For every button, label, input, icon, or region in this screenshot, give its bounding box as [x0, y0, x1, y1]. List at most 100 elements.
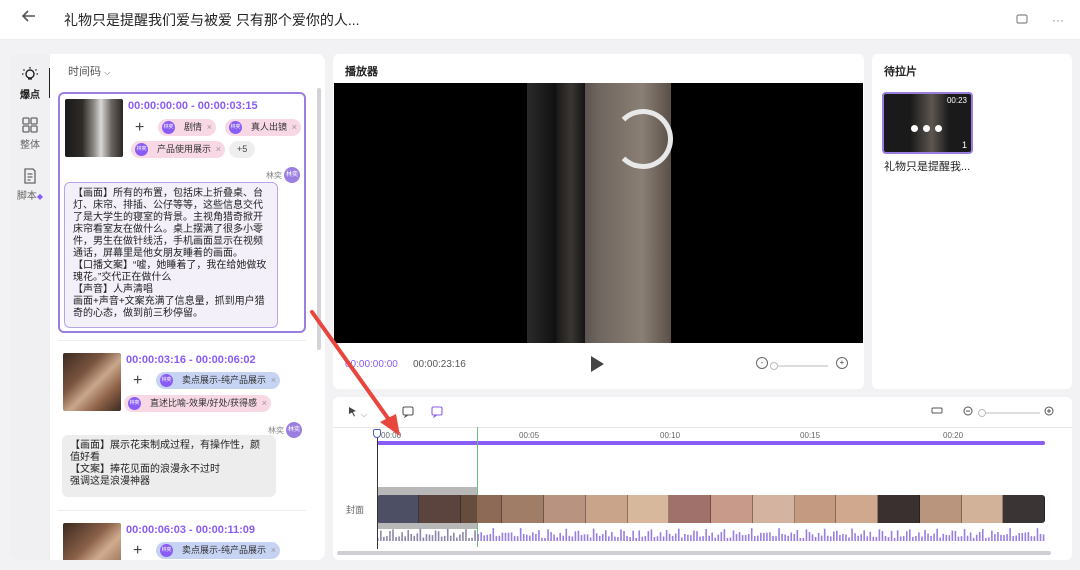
clip-card[interactable]: 00:00:03:16 - 00:00:06:02 + 林奕 卖点展示-纯产品展示… — [58, 347, 306, 502]
add-tag-button[interactable]: + — [133, 373, 142, 389]
clip-thumbnail — [65, 99, 123, 157]
script-icon — [24, 168, 36, 184]
sort-dropdown[interactable]: 时间码 ⌵ — [68, 63, 110, 79]
more-icon: ··· — [1052, 13, 1064, 27]
audio-waveform — [377, 528, 1045, 541]
video-frame — [527, 83, 673, 343]
grid-icon — [22, 117, 38, 133]
comment-icon — [402, 406, 414, 419]
tag[interactable]: 林奕 卖点展示-纯产品展示 × — [156, 542, 280, 559]
total-time: 00:00:23:16 — [413, 359, 466, 370]
zoom-slider-handle[interactable] — [770, 362, 778, 370]
zoom-in-icon[interactable]: + — [836, 357, 848, 369]
back-arrow-icon — [21, 10, 35, 22]
zoom-slider[interactable] — [770, 362, 828, 370]
ring-light — [613, 109, 673, 169]
timeline-zoom-handle[interactable] — [978, 409, 986, 417]
timeline-zoom-out[interactable] — [963, 406, 974, 420]
tag[interactable]: 林奕 产品使用展示 × — [131, 141, 226, 158]
close-icon[interactable]: × — [271, 542, 276, 559]
clip-card[interactable]: 00:00:00:00 - 00:00:03:15 + 林奕 剧情 × 林奕 真人出镜… — [58, 92, 306, 333]
tag-avatar: 林奕 — [160, 544, 173, 557]
timeline-zoom-slider[interactable] — [978, 409, 1040, 417]
tick-label: 00:15 — [800, 431, 821, 440]
time-ruler[interactable]: 00:00 00:05 00:10 00:15 00:20 — [333, 427, 1072, 441]
sort-label: 时间码 — [68, 66, 101, 78]
add-tag-button[interactable]: + — [133, 543, 142, 559]
video-track[interactable] — [377, 495, 1045, 523]
avatar: 林奕 — [284, 167, 300, 183]
tag-avatar: 林奕 — [128, 397, 141, 410]
tick-label: 00:05 — [519, 431, 540, 440]
close-icon[interactable]: × — [262, 395, 267, 412]
comment-tool[interactable] — [402, 406, 414, 421]
tag-avatar: 林奕 — [229, 121, 242, 134]
tag-label: 卖点展示-纯产品展示 — [182, 375, 266, 385]
chevron-down-icon: ⌵ — [361, 410, 368, 419]
nav-item-jiaoben[interactable]: 脚本◆ — [10, 167, 50, 202]
select-tool[interactable]: ⌵ — [348, 406, 367, 420]
timeline-zoom-in[interactable] — [1044, 406, 1055, 420]
avatar: 林奕 — [286, 422, 302, 438]
nav-label: 整体 — [20, 140, 40, 151]
nav-label: 爆点 — [20, 90, 40, 101]
zoom-in-icon — [1044, 406, 1054, 416]
clip-card[interactable]: 00:00:06:03 - 00:00:11:09 + 林奕 卖点展示-纯产品展示… — [58, 517, 306, 560]
back-button[interactable] — [18, 8, 40, 30]
play-button[interactable] — [591, 356, 604, 372]
pending-thumbnail[interactable]: 00:23 1 — [882, 92, 973, 154]
nav-item-baodian[interactable]: 爆点 — [10, 66, 51, 101]
clip-timecode: 00:00:00:00 - 00:00:03:15 — [128, 100, 258, 112]
timeline-panel: ⌵ 00:00 00:05 00:10 00:15 00:20 封面 — [333, 397, 1072, 560]
playhead-handle[interactable] — [373, 429, 381, 438]
pending-count: 1 — [961, 140, 967, 150]
left-nav: 爆点 整体 脚本◆ — [10, 54, 51, 560]
video-viewport[interactable] — [334, 83, 863, 343]
close-icon[interactable]: × — [216, 141, 221, 158]
clip-thumbnail — [63, 353, 121, 411]
tag-avatar: 林奕 — [160, 374, 173, 387]
clip-thumbnail — [63, 523, 121, 560]
zoom-out-icon — [963, 406, 973, 416]
pending-panel: 待拉片 00:23 1 礼物只是提醒我... — [872, 54, 1072, 389]
close-icon[interactable]: × — [271, 372, 276, 389]
tick-label: 00:00 — [381, 431, 402, 440]
playhead[interactable] — [377, 431, 378, 549]
pending-duration: 00:23 — [946, 96, 967, 105]
window-icon — [1016, 14, 1028, 24]
timeline-scrollbar[interactable] — [337, 551, 1051, 555]
note-text[interactable]: 【画面】展示花束制成过程，有操作性，颜值好看 【文案】捧花见面的浪漫永不过时 强… — [62, 435, 276, 497]
snap-tool[interactable] — [931, 406, 943, 419]
divider — [58, 510, 306, 511]
author-name: 林奕 — [266, 171, 282, 180]
tag-avatar: 林奕 — [135, 143, 148, 156]
list-scrollbar[interactable] — [317, 88, 321, 350]
cover-label: 封面 — [346, 505, 365, 515]
bulb-icon — [22, 67, 38, 80]
ai-tool[interactable] — [431, 406, 443, 421]
pending-title: 待拉片 — [884, 66, 917, 78]
close-icon[interactable]: × — [207, 119, 212, 136]
snap-icon — [931, 407, 943, 414]
note-text[interactable]: 【画面】所有的布置，包括床上折叠桌、台灯、床帘、排插、公仔等等，这些信息交代了是… — [64, 182, 278, 328]
nav-label: 脚本 — [16, 191, 37, 202]
title-bar: 礼物只是提醒我们爱与被爱 只有那个爱你的人... ··· — [0, 0, 1080, 40]
pending-item-name: 礼物只是提醒我... — [884, 161, 971, 173]
more-button[interactable]: ··· — [1048, 10, 1068, 30]
ai-comment-icon — [431, 406, 443, 419]
tick-label: 00:20 — [943, 431, 964, 440]
nav-item-zhengti[interactable]: 整体 — [10, 116, 50, 151]
tag[interactable]: 林奕 剧情 × — [158, 119, 217, 136]
tag[interactable]: 林奕 直述比喻-效果/好处/获得感 × — [124, 395, 271, 412]
current-time: 00:00:00:00 — [345, 359, 398, 370]
more-tags-badge[interactable]: +5 — [229, 141, 256, 158]
close-icon[interactable]: × — [292, 119, 297, 136]
tag[interactable]: 林奕 卖点展示-纯产品展示 × — [156, 372, 280, 389]
add-tag-button[interactable]: + — [135, 120, 144, 136]
window-button[interactable] — [1012, 10, 1032, 30]
tag[interactable]: 林奕 真人出镜 × — [225, 119, 302, 136]
tick-label: 00:10 — [660, 431, 681, 440]
tag-label: 真人出镜 — [251, 122, 288, 132]
zoom-out-icon[interactable]: - — [756, 357, 768, 369]
tag-label: 卖点展示-纯产品展示 — [182, 545, 266, 555]
